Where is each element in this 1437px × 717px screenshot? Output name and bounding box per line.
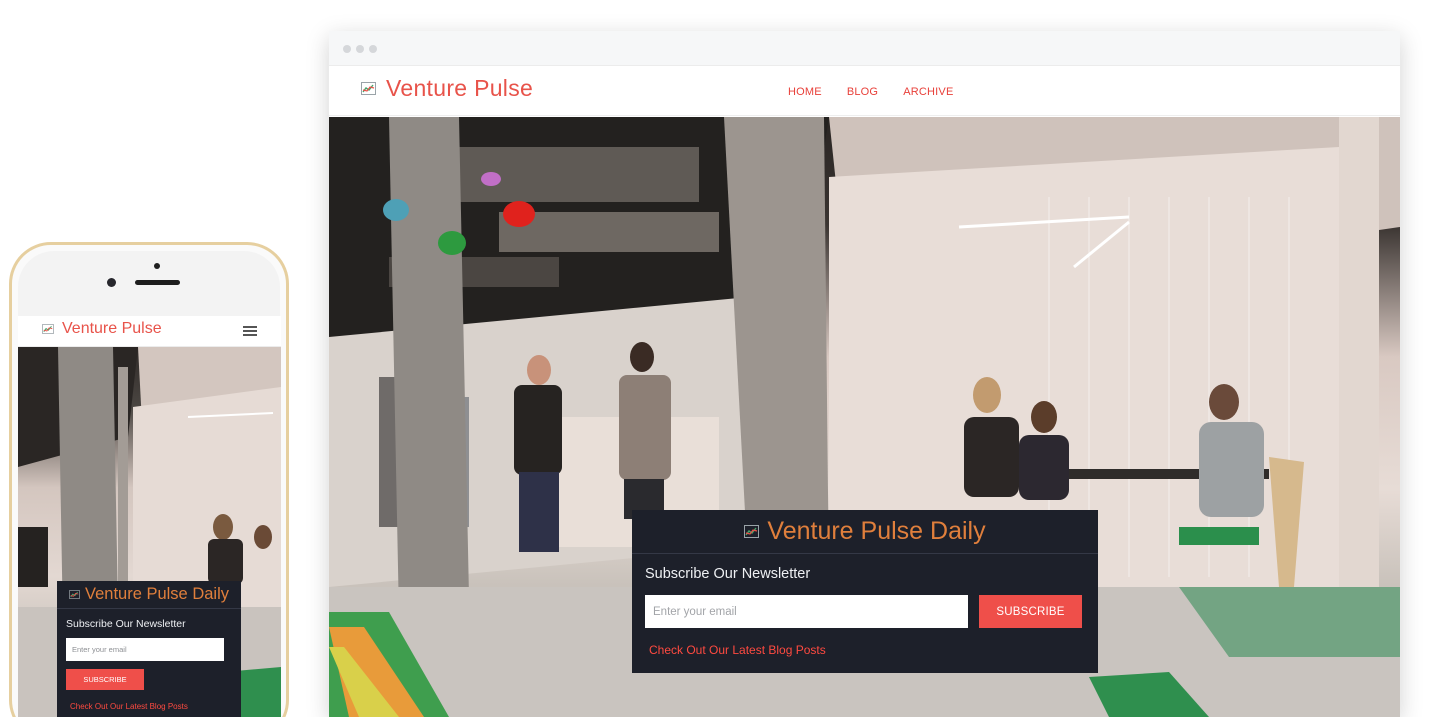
newsletter-title: Venture Pulse Daily bbox=[767, 517, 986, 545]
chart-icon bbox=[361, 82, 376, 95]
chart-icon bbox=[744, 525, 760, 538]
mobile-newsletter-subtitle: Subscribe Our Newsletter bbox=[66, 618, 186, 630]
nav-archive[interactable]: ARCHIVE bbox=[903, 86, 953, 98]
subscribe-button[interactable]: SUBSCRIBE bbox=[979, 595, 1082, 628]
phone-sensor bbox=[154, 263, 160, 269]
nav-home[interactable]: HOME bbox=[788, 86, 822, 98]
newsletter-subtitle: Subscribe Our Newsletter bbox=[645, 566, 811, 582]
latest-blog-posts-link[interactable]: Check Out Our Latest Blog Posts bbox=[649, 643, 826, 657]
desktop-browser-window: Venture Pulse HOME BLOG ARCHIVE Venture … bbox=[329, 31, 1400, 717]
newsletter-panel-header: Venture Pulse Daily bbox=[632, 510, 1098, 554]
mobile-newsletter-title: Venture Pulse Daily bbox=[85, 585, 229, 603]
mobile-newsletter-panel: Venture Pulse Daily Subscribe Our Newsle… bbox=[57, 581, 241, 717]
chart-icon bbox=[69, 590, 80, 599]
mobile-screen: Venture Pulse Venture Pulse Daily Subscr… bbox=[18, 316, 281, 717]
site-header: Venture Pulse HOME BLOG ARCHIVE bbox=[329, 66, 1400, 116]
mobile-logo-text: Venture Pulse bbox=[62, 320, 162, 337]
nav-blog[interactable]: BLOG bbox=[847, 86, 878, 98]
logo-text: Venture Pulse bbox=[386, 75, 534, 101]
mobile-email-input[interactable] bbox=[66, 638, 224, 661]
newsletter-panel: Venture Pulse Daily Subscribe Our Newsle… bbox=[632, 510, 1098, 673]
chart-icon bbox=[42, 324, 54, 334]
hero-office-photo: Venture Pulse Daily Subscribe Our Newsle… bbox=[329, 117, 1400, 717]
email-input[interactable] bbox=[645, 595, 968, 628]
phone-speaker bbox=[135, 280, 180, 285]
mobile-subscribe-button[interactable]: SUBSCRIBE bbox=[66, 669, 144, 690]
browser-chrome-bar bbox=[329, 31, 1400, 66]
window-dot-minimize bbox=[356, 45, 364, 53]
mobile-hero-photo: Venture Pulse Daily Subscribe Our Newsle… bbox=[18, 347, 281, 717]
mockup-stage: Venture Pulse HOME BLOG ARCHIVE Venture … bbox=[0, 0, 1437, 717]
window-dot-maximize bbox=[369, 45, 377, 53]
window-dot-close bbox=[343, 45, 351, 53]
mobile-site-header: Venture Pulse bbox=[18, 316, 281, 347]
site-logo[interactable]: Venture Pulse bbox=[361, 75, 533, 102]
main-nav: HOME BLOG ARCHIVE bbox=[788, 86, 954, 98]
phone-camera bbox=[107, 278, 116, 287]
mobile-site-logo[interactable]: Venture Pulse bbox=[42, 320, 162, 338]
mobile-newsletter-header: Venture Pulse Daily bbox=[57, 581, 241, 609]
mobile-latest-blog-posts-link[interactable]: Check Out Our Latest Blog Posts bbox=[70, 702, 188, 711]
hamburger-menu-icon[interactable] bbox=[243, 326, 257, 336]
